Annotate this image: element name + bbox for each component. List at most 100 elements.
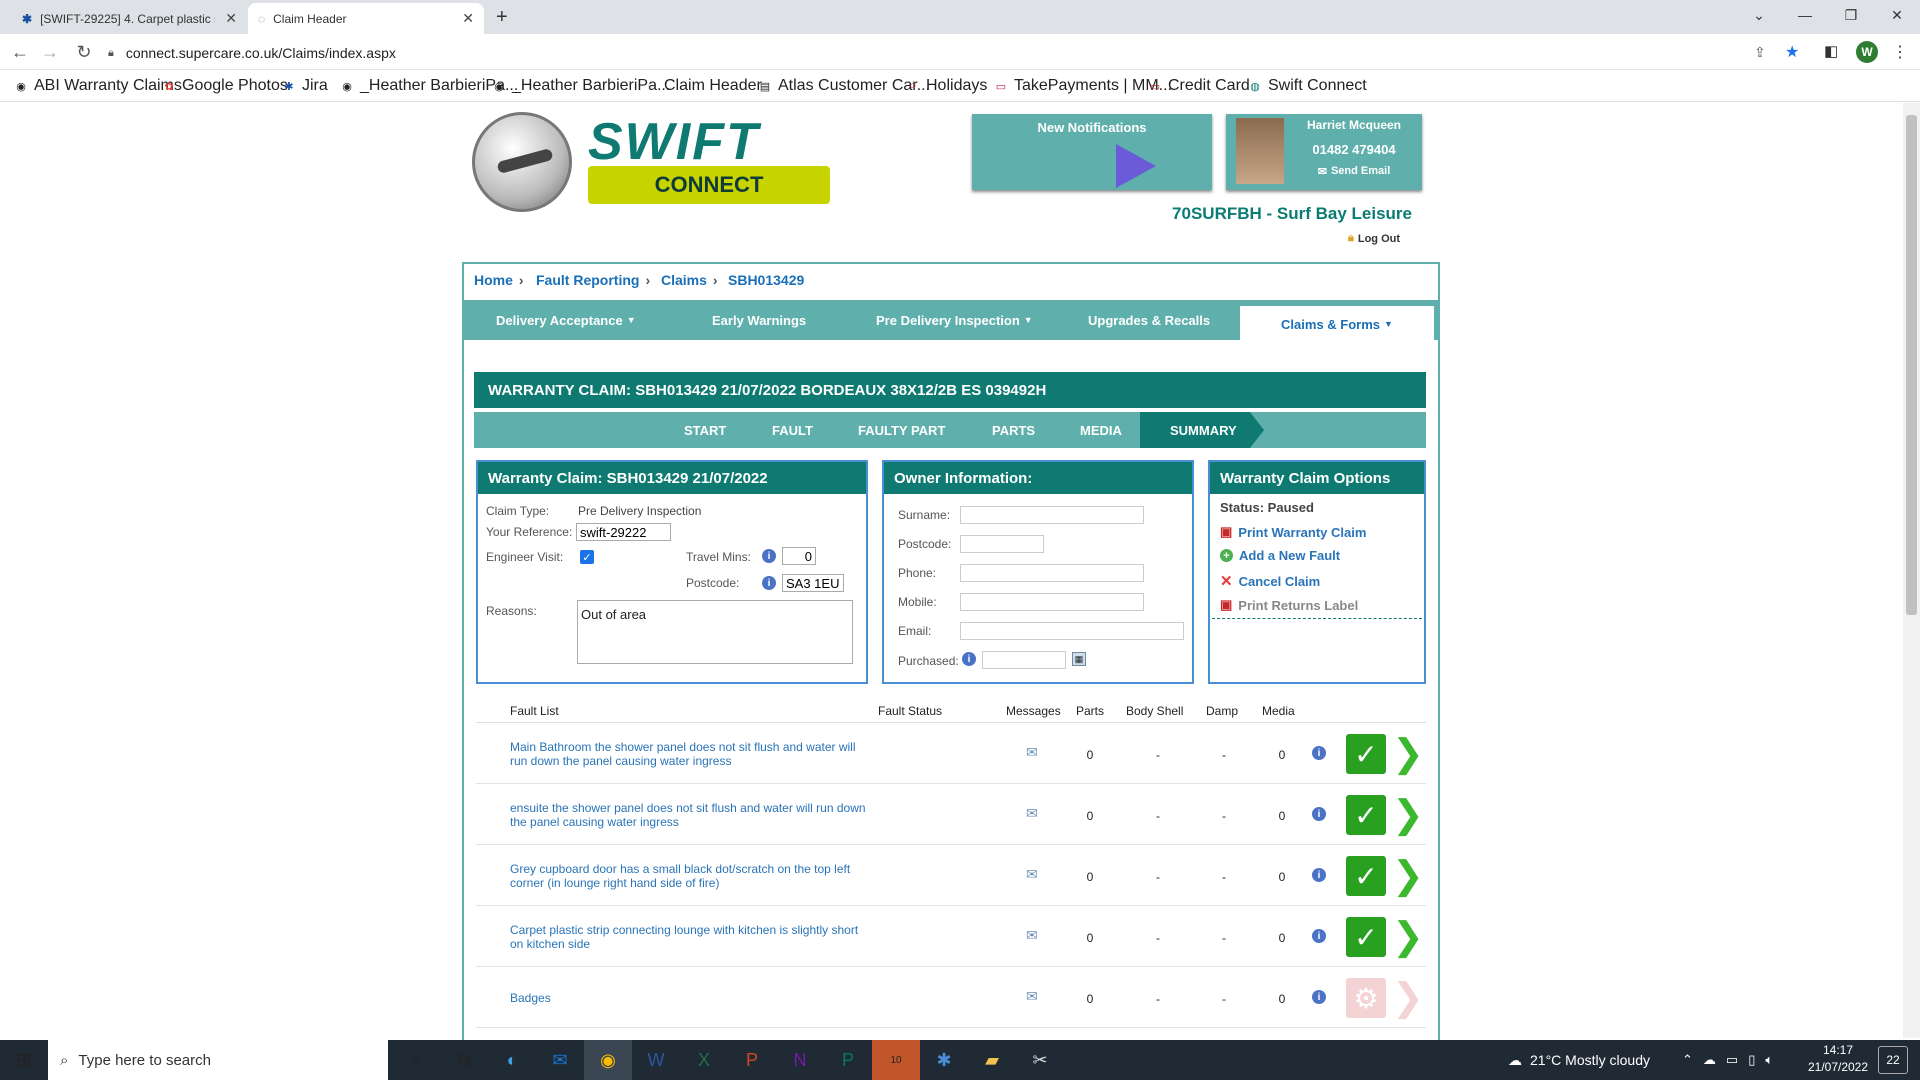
info-icon[interactable]: i <box>762 576 776 590</box>
tab-upgrades-recalls[interactable]: Upgrades & Recalls <box>1088 302 1210 338</box>
bookmark-photos[interactable]: ✿ Google Photos <box>162 75 287 97</box>
travel-mins-input[interactable] <box>782 547 816 565</box>
breadcrumb-fault-reporting[interactable]: Fault Reporting › <box>536 272 650 288</box>
tab-early-warnings[interactable]: Early Warnings <box>712 302 806 338</box>
publisher-icon[interactable]: P <box>824 1040 872 1080</box>
calendar-app-icon[interactable]: 10 <box>872 1040 920 1080</box>
restore-button[interactable]: ❐ <box>1828 0 1874 30</box>
word-icon[interactable]: W <box>632 1040 680 1080</box>
complete-check-icon[interactable]: ✓ <box>1346 795 1386 835</box>
excel-icon[interactable]: X <box>680 1040 728 1080</box>
share-icon[interactable]: ⇪ <box>1754 44 1766 61</box>
chrome-icon[interactable]: ◉ <box>584 1040 632 1080</box>
step-summary[interactable]: SUMMARY <box>1170 412 1237 448</box>
step-start[interactable]: START <box>684 412 726 448</box>
tab-claims-forms[interactable]: Claims & Forms ▼ <box>1240 306 1434 342</box>
chevron-right-icon[interactable]: ❯ <box>1392 796 1424 834</box>
chevron-right-icon[interactable]: ❯ <box>1392 918 1424 956</box>
fault-description-link[interactable]: Badges <box>510 991 868 1005</box>
bookmark-swift-connect[interactable]: ◍ Swift Connect <box>1248 75 1367 97</box>
back-icon[interactable]: ← <box>8 40 32 64</box>
incomplete-gear-icon[interactable]: ⚙ <box>1346 978 1386 1018</box>
display-icon[interactable]: ▯ <box>1748 1052 1755 1068</box>
info-icon[interactable]: i <box>962 652 976 666</box>
chevron-right-icon[interactable]: ❯ <box>1392 979 1424 1017</box>
close-icon[interactable]: ✕ <box>462 10 474 27</box>
print-claim-link[interactable]: ▣ Print Warranty Claim <box>1220 524 1366 540</box>
notifications-center[interactable]: 22 <box>1878 1046 1908 1074</box>
network-icon[interactable]: ▭ <box>1726 1052 1738 1068</box>
bookmark-atlas[interactable]: ▤ Atlas Customer Car... <box>758 75 930 97</box>
weather-widget[interactable]: ☁ 21°C Mostly cloudy <box>1508 1040 1650 1080</box>
step-parts[interactable]: PARTS <box>992 412 1035 448</box>
send-email-link[interactable]: ✉ Send Email <box>1290 165 1418 178</box>
fault-description-link[interactable]: Main Bathroom the shower panel does not … <box>510 740 868 768</box>
task-view-icon[interactable]: ⧉ <box>440 1040 488 1080</box>
notifications-box[interactable]: New Notifications <box>972 114 1212 190</box>
purchased-input[interactable] <box>982 651 1066 669</box>
powerpoint-icon[interactable]: P <box>728 1040 776 1080</box>
step-fault[interactable]: FAULT <box>772 412 813 448</box>
volume-icon[interactable]: 🔈︎ <box>1765 1052 1773 1068</box>
outlook-icon[interactable]: ✉ <box>536 1040 584 1080</box>
envelope-icon[interactable]: ✉ <box>1026 866 1038 883</box>
forward-icon[interactable]: → <box>38 40 62 64</box>
bookmark-holidays[interactable]: ○ Holidays <box>906 75 988 97</box>
close-window-button[interactable]: ✕ <box>1874 0 1920 30</box>
print-returns-link[interactable]: ▣ Print Returns Label <box>1220 597 1358 613</box>
envelope-icon[interactable]: ✉ <box>1026 805 1038 822</box>
chevron-right-icon[interactable]: ❯ <box>1392 735 1424 773</box>
jira-icon[interactable]: ✱ <box>920 1040 968 1080</box>
folder-icon[interactable]: ▰ <box>968 1040 1016 1080</box>
bookmark-takepayments[interactable]: ▭ TakePayments | MM... <box>994 75 1172 97</box>
info-icon[interactable]: i <box>762 549 776 563</box>
email-input[interactable] <box>960 622 1184 640</box>
envelope-icon[interactable]: ✉ <box>1026 927 1038 944</box>
cortana-icon[interactable]: ○ <box>392 1040 440 1080</box>
logout-link[interactable]: 🔒︎ Log Out <box>1348 232 1400 245</box>
postcode-input[interactable] <box>782 574 844 592</box>
engineer-visit-checkbox[interactable]: ✓ <box>580 550 594 564</box>
fault-description-link[interactable]: Grey cupboard door has a small black dot… <box>510 862 868 890</box>
step-faulty-part[interactable]: FAULTY PART <box>858 412 945 448</box>
mobile-input[interactable] <box>960 593 1144 611</box>
breadcrumb-home[interactable]: Home › <box>474 272 524 288</box>
reload-icon[interactable]: ↻ <box>72 40 96 64</box>
info-icon[interactable]: i <box>1312 746 1326 760</box>
taskbar-search[interactable]: ⌕ Type here to search <box>48 1040 388 1080</box>
browser-tab-jira[interactable]: ✱ [SWIFT-29225] 4. Carpet plastic s ✕ <box>12 3 247 34</box>
bookmark-claim-header[interactable]: ◌ Claim Header <box>644 75 762 97</box>
chevron-right-icon[interactable]: ❯ <box>1392 857 1424 895</box>
bookmark-abi[interactable]: ◉ ABI Warranty Claims <box>14 75 182 97</box>
chevron-up-icon[interactable]: ⌃ <box>1682 1052 1693 1068</box>
scrollbar-thumb[interactable] <box>1906 115 1917 615</box>
complete-check-icon[interactable]: ✓ <box>1346 734 1386 774</box>
address-bar[interactable]: 🔒︎ connect.supercare.co.uk/Claims/index.… <box>108 41 1798 65</box>
info-icon[interactable]: i <box>1312 929 1326 943</box>
tab-search-icon[interactable]: ⌄ <box>1736 0 1782 30</box>
side-panel-icon[interactable]: ◧ <box>1824 42 1838 60</box>
reasons-textarea[interactable]: Out of area <box>577 600 853 664</box>
reference-input[interactable] <box>576 523 671 541</box>
info-icon[interactable]: i <box>1312 990 1326 1004</box>
close-icon[interactable]: ✕ <box>225 10 237 27</box>
onedrive-icon[interactable]: ☁ <box>1703 1052 1716 1068</box>
minimize-button[interactable]: — <box>1782 0 1828 30</box>
phone-input[interactable] <box>960 564 1144 582</box>
tab-pre-delivery-inspection[interactable]: Pre Delivery Inspection ▼ <box>876 302 1033 338</box>
cancel-claim-link[interactable]: ✕ Cancel Claim <box>1220 572 1320 590</box>
step-media[interactable]: MEDIA <box>1080 412 1122 448</box>
info-icon[interactable]: i <box>1312 807 1326 821</box>
tab-delivery-acceptance[interactable]: Delivery Acceptance ▼ <box>496 302 636 338</box>
clock[interactable]: 14:17 21/07/2022 <box>1806 1042 1870 1076</box>
complete-check-icon[interactable]: ✓ <box>1346 917 1386 957</box>
fault-description-link[interactable]: Carpet plastic strip connecting lounge w… <box>510 923 868 951</box>
calendar-icon[interactable]: ▦ <box>1072 652 1086 666</box>
fault-description-link[interactable]: ensuite the shower panel does not sit fl… <box>510 801 868 829</box>
owner-postcode-input[interactable] <box>960 535 1044 553</box>
bookmark-jira[interactable]: ✱ Jira <box>282 75 327 97</box>
new-tab-button[interactable]: + <box>496 6 508 29</box>
bookmark-star-icon[interactable]: ★ <box>1785 42 1799 62</box>
envelope-icon[interactable]: ✉ <box>1026 744 1038 761</box>
onenote-icon[interactable]: N <box>776 1040 824 1080</box>
